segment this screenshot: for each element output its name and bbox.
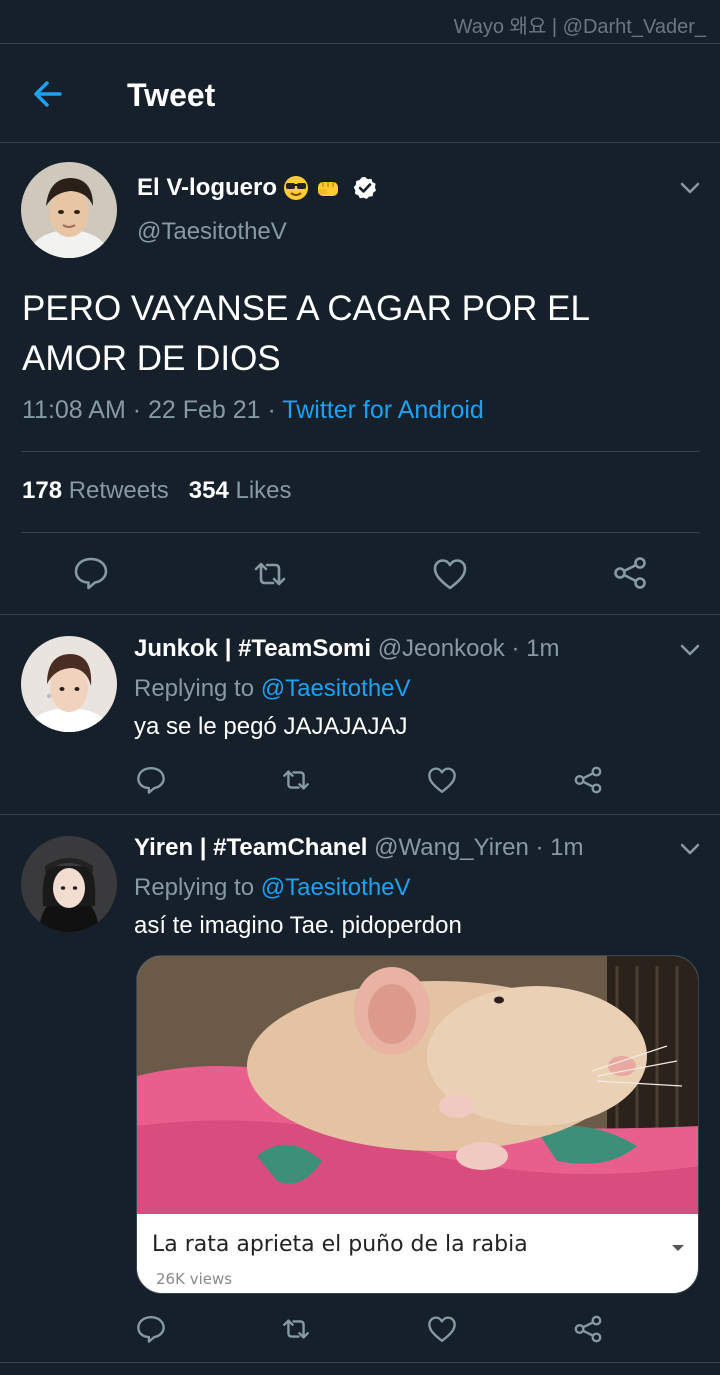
reply-text: ya se le pegó JAJAJAJAJ bbox=[134, 713, 408, 740]
like-count[interactable]: 354 bbox=[189, 477, 229, 504]
replying-to-label: Replying to bbox=[134, 675, 261, 702]
like-icon[interactable] bbox=[431, 555, 469, 593]
rat-photo-image bbox=[137, 956, 698, 1214]
avatar-image bbox=[21, 636, 117, 732]
divider bbox=[22, 532, 700, 533]
reply-header: Junkok | #TeamSomi @Jeonkook · 1m bbox=[134, 635, 559, 663]
replying-to-link[interactable]: @TaesitotheV bbox=[261, 874, 411, 901]
reply-icon[interactable] bbox=[135, 1313, 167, 1345]
reply-icon[interactable] bbox=[135, 764, 167, 796]
like-label: Likes bbox=[235, 477, 292, 504]
media-caption: La rata aprieta el puño de la rabia bbox=[152, 1232, 528, 1257]
chevron-down-icon[interactable] bbox=[676, 174, 704, 202]
chevron-down-icon[interactable] bbox=[676, 835, 704, 863]
page-title: Tweet bbox=[127, 77, 216, 113]
media-card[interactable]: La rata aprieta el puño de la rabia 26K … bbox=[136, 955, 699, 1294]
avatar[interactable] bbox=[21, 836, 117, 932]
reply-age: · 1m bbox=[528, 834, 584, 861]
reply-age: · 1m bbox=[504, 635, 560, 662]
fist-emoji-icon bbox=[318, 182, 339, 196]
tweet-meta: 11:08 AM · 22 Feb 21 · Twitter for Andro… bbox=[22, 396, 484, 425]
divider bbox=[22, 451, 700, 452]
author-name[interactable]: El V-loguero bbox=[137, 174, 277, 202]
divider bbox=[0, 614, 720, 615]
sunglasses-emoji-icon bbox=[284, 176, 309, 200]
tweet-timestamp: 11:08 AM · 22 Feb 21 · bbox=[22, 396, 283, 424]
divider bbox=[0, 1362, 720, 1363]
reply-author-name[interactable]: Yiren | #TeamChanel bbox=[134, 834, 367, 861]
tweet-source-link[interactable]: Twitter for Android bbox=[282, 396, 483, 424]
avatar-image bbox=[21, 162, 117, 258]
chevron-down-icon[interactable] bbox=[676, 636, 704, 664]
avatar-image bbox=[21, 836, 117, 932]
divider bbox=[0, 814, 720, 815]
avatar[interactable] bbox=[21, 162, 117, 258]
share-icon[interactable] bbox=[572, 1313, 604, 1345]
reply-text: así te imagino Tae. pidoperdon bbox=[134, 912, 462, 939]
retweet-icon[interactable] bbox=[280, 764, 312, 796]
author-name-row: El V-loguero bbox=[137, 174, 377, 202]
reply-icon[interactable] bbox=[72, 554, 110, 592]
retweet-icon[interactable] bbox=[251, 555, 289, 593]
replying-to-line: Replying to @TaesitotheV bbox=[134, 874, 411, 902]
like-icon[interactable] bbox=[426, 764, 458, 796]
replying-to-link[interactable]: @TaesitotheV bbox=[261, 675, 411, 702]
reply-author-name[interactable]: Junkok | #TeamSomi bbox=[134, 635, 371, 662]
share-icon[interactable] bbox=[572, 764, 604, 796]
tweet-stats: 178 Retweets 354 Likes bbox=[22, 477, 292, 505]
avatar[interactable] bbox=[21, 636, 117, 732]
replying-to-label: Replying to bbox=[134, 874, 261, 901]
tweet-text: PERO VAYANSE A CAGAR POR EL AMOR DE DIOS bbox=[22, 289, 589, 378]
retweet-icon[interactable] bbox=[280, 1313, 312, 1345]
watermark: Wayo 왜요 | @Darht_Vader_ bbox=[453, 16, 706, 38]
retweet-count[interactable]: 178 bbox=[22, 477, 62, 504]
author-handle[interactable]: @TaesitotheV bbox=[137, 218, 287, 246]
divider bbox=[0, 142, 720, 143]
reply-header: Yiren | #TeamChanel @Wang_Yiren · 1m bbox=[134, 834, 583, 862]
back-arrow-icon bbox=[34, 81, 62, 107]
top-bar: Tweet bbox=[0, 44, 720, 144]
share-icon[interactable] bbox=[611, 554, 649, 592]
like-icon[interactable] bbox=[426, 1313, 458, 1345]
back-button[interactable] bbox=[28, 74, 68, 114]
reply-author-handle[interactable]: @Wang_Yiren bbox=[374, 834, 529, 861]
reply-author-handle[interactable]: @Jeonkook bbox=[378, 635, 505, 662]
dropdown-arrow-icon bbox=[672, 1245, 684, 1251]
retweet-label: Retweets bbox=[68, 477, 169, 504]
media-views: 26K views bbox=[156, 1270, 233, 1288]
replying-to-line: Replying to @TaesitotheV bbox=[134, 675, 411, 703]
verified-badge-icon bbox=[353, 177, 377, 199]
